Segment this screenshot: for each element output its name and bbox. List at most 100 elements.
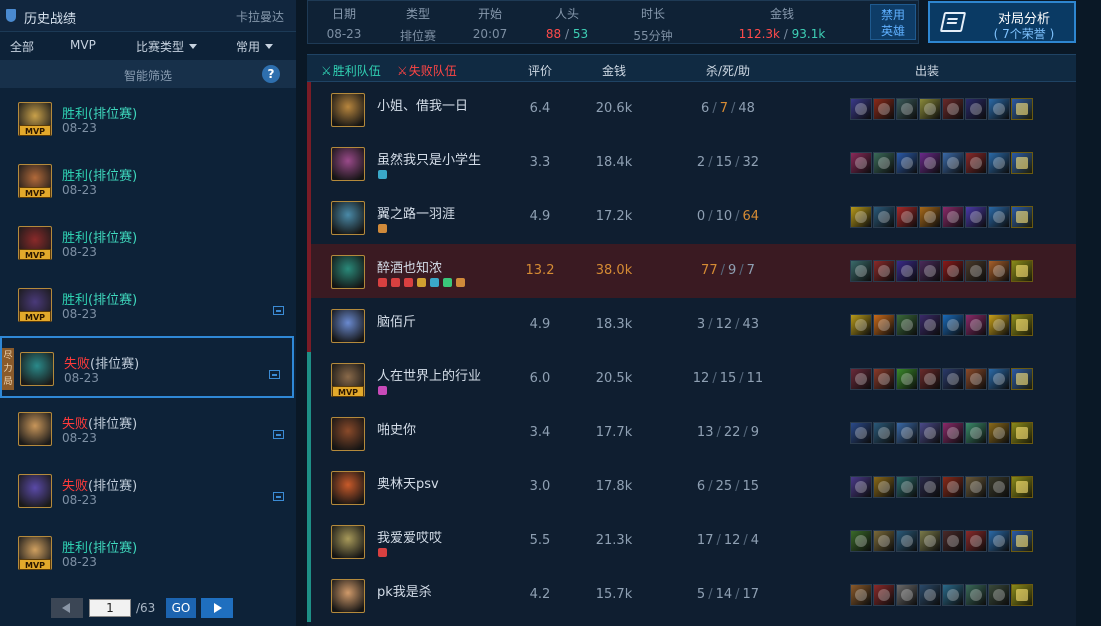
item-icon[interactable]: [942, 530, 964, 552]
player-name[interactable]: 我爱爱哎哎: [377, 527, 442, 546]
item-icon[interactable]: [965, 98, 987, 120]
item-icon[interactable]: [965, 260, 987, 282]
item-icon[interactable]: [965, 422, 987, 444]
item-icon[interactable]: [942, 314, 964, 336]
trinket-icon[interactable]: [1011, 314, 1033, 336]
item-icon[interactable]: [896, 422, 918, 444]
player-name[interactable]: pk我是杀: [377, 581, 432, 600]
item-icon[interactable]: [965, 206, 987, 228]
item-icon[interactable]: [850, 314, 872, 336]
item-icon[interactable]: [873, 476, 895, 498]
match-list-item[interactable]: 尽力局 失败(排位赛) 08-23: [0, 336, 294, 398]
item-icon[interactable]: [965, 314, 987, 336]
item-icon[interactable]: [873, 530, 895, 552]
item-icon[interactable]: [965, 530, 987, 552]
trinket-icon[interactable]: [1011, 206, 1033, 228]
item-icon[interactable]: [988, 422, 1010, 444]
item-icon[interactable]: [965, 152, 987, 174]
item-icon[interactable]: [896, 530, 918, 552]
prev-page-button[interactable]: [51, 598, 83, 618]
item-icon[interactable]: [919, 98, 941, 120]
champion-avatar[interactable]: [331, 579, 365, 613]
item-icon[interactable]: [942, 584, 964, 606]
table-row[interactable]: 啪史你 3.4 17.7k 13/22/9: [307, 406, 1076, 460]
match-list-item[interactable]: MVP 胜利(排位赛) 08-23: [0, 274, 296, 336]
table-row[interactable]: 醉酒也知浓 13.2 38.0k 77/9/7: [307, 244, 1076, 298]
item-icon[interactable]: [850, 368, 872, 390]
champion-avatar[interactable]: [331, 309, 365, 343]
match-list-item[interactable]: 失败(排位赛) 08-23: [0, 460, 296, 522]
item-icon[interactable]: [896, 152, 918, 174]
item-icon[interactable]: [988, 314, 1010, 336]
filter-all[interactable]: 全部: [10, 38, 34, 55]
item-icon[interactable]: [873, 98, 895, 120]
player-name[interactable]: 啪史你: [377, 419, 416, 438]
table-row[interactable]: 我爱爱哎哎 5.5 21.3k 17/12/4: [307, 514, 1076, 568]
item-icon[interactable]: [850, 476, 872, 498]
next-page-button[interactable]: [201, 598, 233, 618]
help-icon[interactable]: ?: [262, 65, 280, 83]
item-icon[interactable]: [988, 368, 1010, 390]
item-icon[interactable]: [896, 206, 918, 228]
filter-match-type-dropdown[interactable]: 比赛类型: [136, 38, 197, 55]
item-icon[interactable]: [850, 530, 872, 552]
item-icon[interactable]: [942, 206, 964, 228]
item-icon[interactable]: [873, 206, 895, 228]
table-row[interactable]: MVP 人在世界上的行业 6.0 20.5k 12/15/11: [307, 352, 1076, 406]
player-name[interactable]: 小姐、借我一日: [377, 95, 468, 114]
item-icon[interactable]: [942, 422, 964, 444]
item-icon[interactable]: [873, 314, 895, 336]
item-icon[interactable]: [850, 422, 872, 444]
item-icon[interactable]: [988, 260, 1010, 282]
item-icon[interactable]: [873, 584, 895, 606]
item-icon[interactable]: [988, 530, 1010, 552]
page-number-input[interactable]: [89, 599, 131, 617]
player-name[interactable]: 脑佰斤: [377, 311, 416, 330]
item-icon[interactable]: [988, 584, 1010, 606]
tab-loss-team[interactable]: 失败队伍: [397, 62, 457, 79]
item-icon[interactable]: [919, 476, 941, 498]
item-icon[interactable]: [919, 368, 941, 390]
match-list-item[interactable]: MVP 胜利(排位赛) 08-23: [0, 88, 296, 150]
match-analysis-button[interactable]: 对局分析 ( 7个荣誉 ): [928, 1, 1076, 43]
filter-common-dropdown[interactable]: 常用: [236, 38, 273, 55]
item-icon[interactable]: [896, 260, 918, 282]
trinket-icon[interactable]: [1011, 584, 1033, 606]
item-icon[interactable]: [965, 368, 987, 390]
item-icon[interactable]: [988, 152, 1010, 174]
item-icon[interactable]: [896, 368, 918, 390]
item-icon[interactable]: [965, 584, 987, 606]
item-icon[interactable]: [988, 476, 1010, 498]
item-icon[interactable]: [919, 314, 941, 336]
replay-icon[interactable]: [273, 306, 284, 315]
player-name[interactable]: 卡拉曼达: [236, 8, 284, 25]
champion-avatar[interactable]: [331, 471, 365, 505]
tab-win-team[interactable]: 胜利队伍: [321, 62, 381, 79]
trinket-icon[interactable]: [1011, 98, 1033, 120]
player-name[interactable]: 翼之路一羽涯: [377, 203, 455, 222]
trinket-icon[interactable]: [1011, 260, 1033, 282]
item-icon[interactable]: [919, 530, 941, 552]
champion-avatar[interactable]: [331, 417, 365, 451]
table-row[interactable]: 翼之路一羽涯 4.9 17.2k 0/10/64: [307, 190, 1076, 244]
item-icon[interactable]: [850, 152, 872, 174]
champion-avatar[interactable]: [331, 201, 365, 235]
trinket-icon[interactable]: [1011, 476, 1033, 498]
table-row[interactable]: pk我是杀 4.2 15.7k 5/14/17: [307, 568, 1076, 622]
player-name[interactable]: 虽然我只是小学生: [377, 149, 481, 168]
player-name[interactable]: 人在世界上的行业: [377, 365, 481, 384]
table-row[interactable]: 小姐、借我一日 6.4 20.6k 6/7/48: [307, 82, 1076, 136]
item-icon[interactable]: [919, 422, 941, 444]
champion-avatar[interactable]: [331, 93, 365, 127]
trinket-icon[interactable]: [1011, 152, 1033, 174]
table-row[interactable]: 脑佰斤 4.9 18.3k 3/12/43: [307, 298, 1076, 352]
trinket-icon[interactable]: [1011, 530, 1033, 552]
table-row[interactable]: 虽然我只是小学生 3.3 18.4k 2/15/32: [307, 136, 1076, 190]
trinket-icon[interactable]: [1011, 422, 1033, 444]
item-icon[interactable]: [942, 260, 964, 282]
item-icon[interactable]: [919, 260, 941, 282]
item-icon[interactable]: [896, 314, 918, 336]
table-row[interactable]: 奥林天psv 3.0 17.8k 6/25/15: [307, 460, 1076, 514]
item-icon[interactable]: [850, 98, 872, 120]
champion-avatar[interactable]: [331, 525, 365, 559]
